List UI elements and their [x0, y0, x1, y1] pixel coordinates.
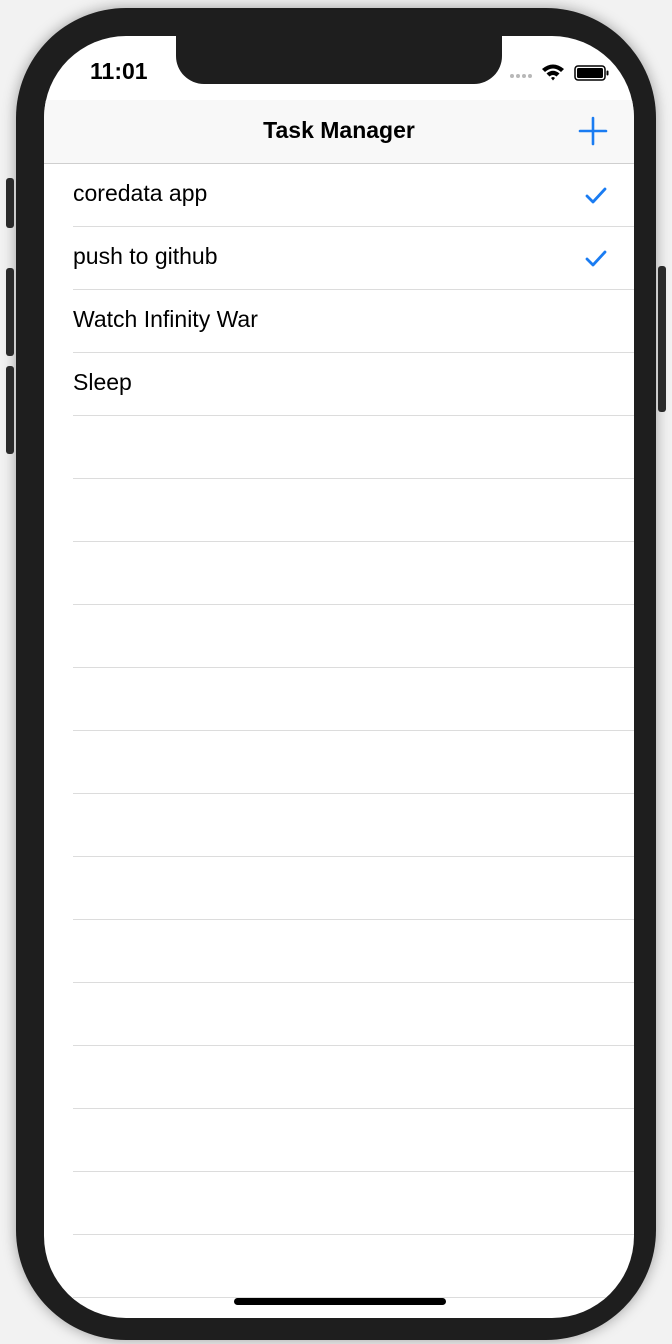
cellular-signal-icon [510, 74, 532, 78]
empty-row [73, 983, 634, 1046]
empty-row [73, 479, 634, 542]
task-label: Watch Infinity War [73, 306, 258, 332]
navigation-bar: Task Manager [44, 100, 634, 164]
empty-row [73, 1109, 634, 1172]
task-label: coredata app [73, 180, 208, 206]
task-label: Sleep [73, 369, 132, 395]
page-title: Task Manager [263, 117, 415, 143]
status-time: 11:01 [90, 58, 148, 84]
empty-row [73, 1046, 634, 1109]
task-label: push to github [73, 243, 218, 269]
volume-down-button [6, 366, 14, 454]
checkmark-icon [585, 187, 607, 204]
wifi-icon [542, 64, 564, 81]
task-row[interactable]: Watch Infinity War [73, 290, 634, 353]
task-row[interactable]: Sleep [73, 353, 634, 416]
volume-up-button [6, 268, 14, 356]
empty-row [73, 668, 634, 731]
empty-row [73, 920, 634, 983]
empty-row [73, 857, 634, 920]
silent-switch [6, 178, 14, 228]
app-screen: 11:01 Task Manager coredata app push to [44, 36, 634, 1318]
home-indicator[interactable] [234, 1298, 446, 1305]
empty-row [73, 794, 634, 857]
plus-icon [578, 116, 608, 146]
empty-row [73, 1235, 634, 1298]
power-button [658, 266, 666, 412]
empty-row [73, 731, 634, 794]
empty-row [73, 416, 634, 479]
checkmark-icon [585, 250, 607, 267]
add-task-button[interactable] [578, 116, 608, 146]
empty-row [73, 1172, 634, 1235]
empty-row [73, 605, 634, 668]
battery-icon [574, 65, 609, 81]
task-row[interactable]: push to github [73, 227, 634, 290]
notch [176, 36, 502, 84]
task-row[interactable]: coredata app [73, 164, 634, 227]
task-list: coredata app push to github Watch Infini… [44, 164, 634, 1298]
empty-row [73, 542, 634, 605]
